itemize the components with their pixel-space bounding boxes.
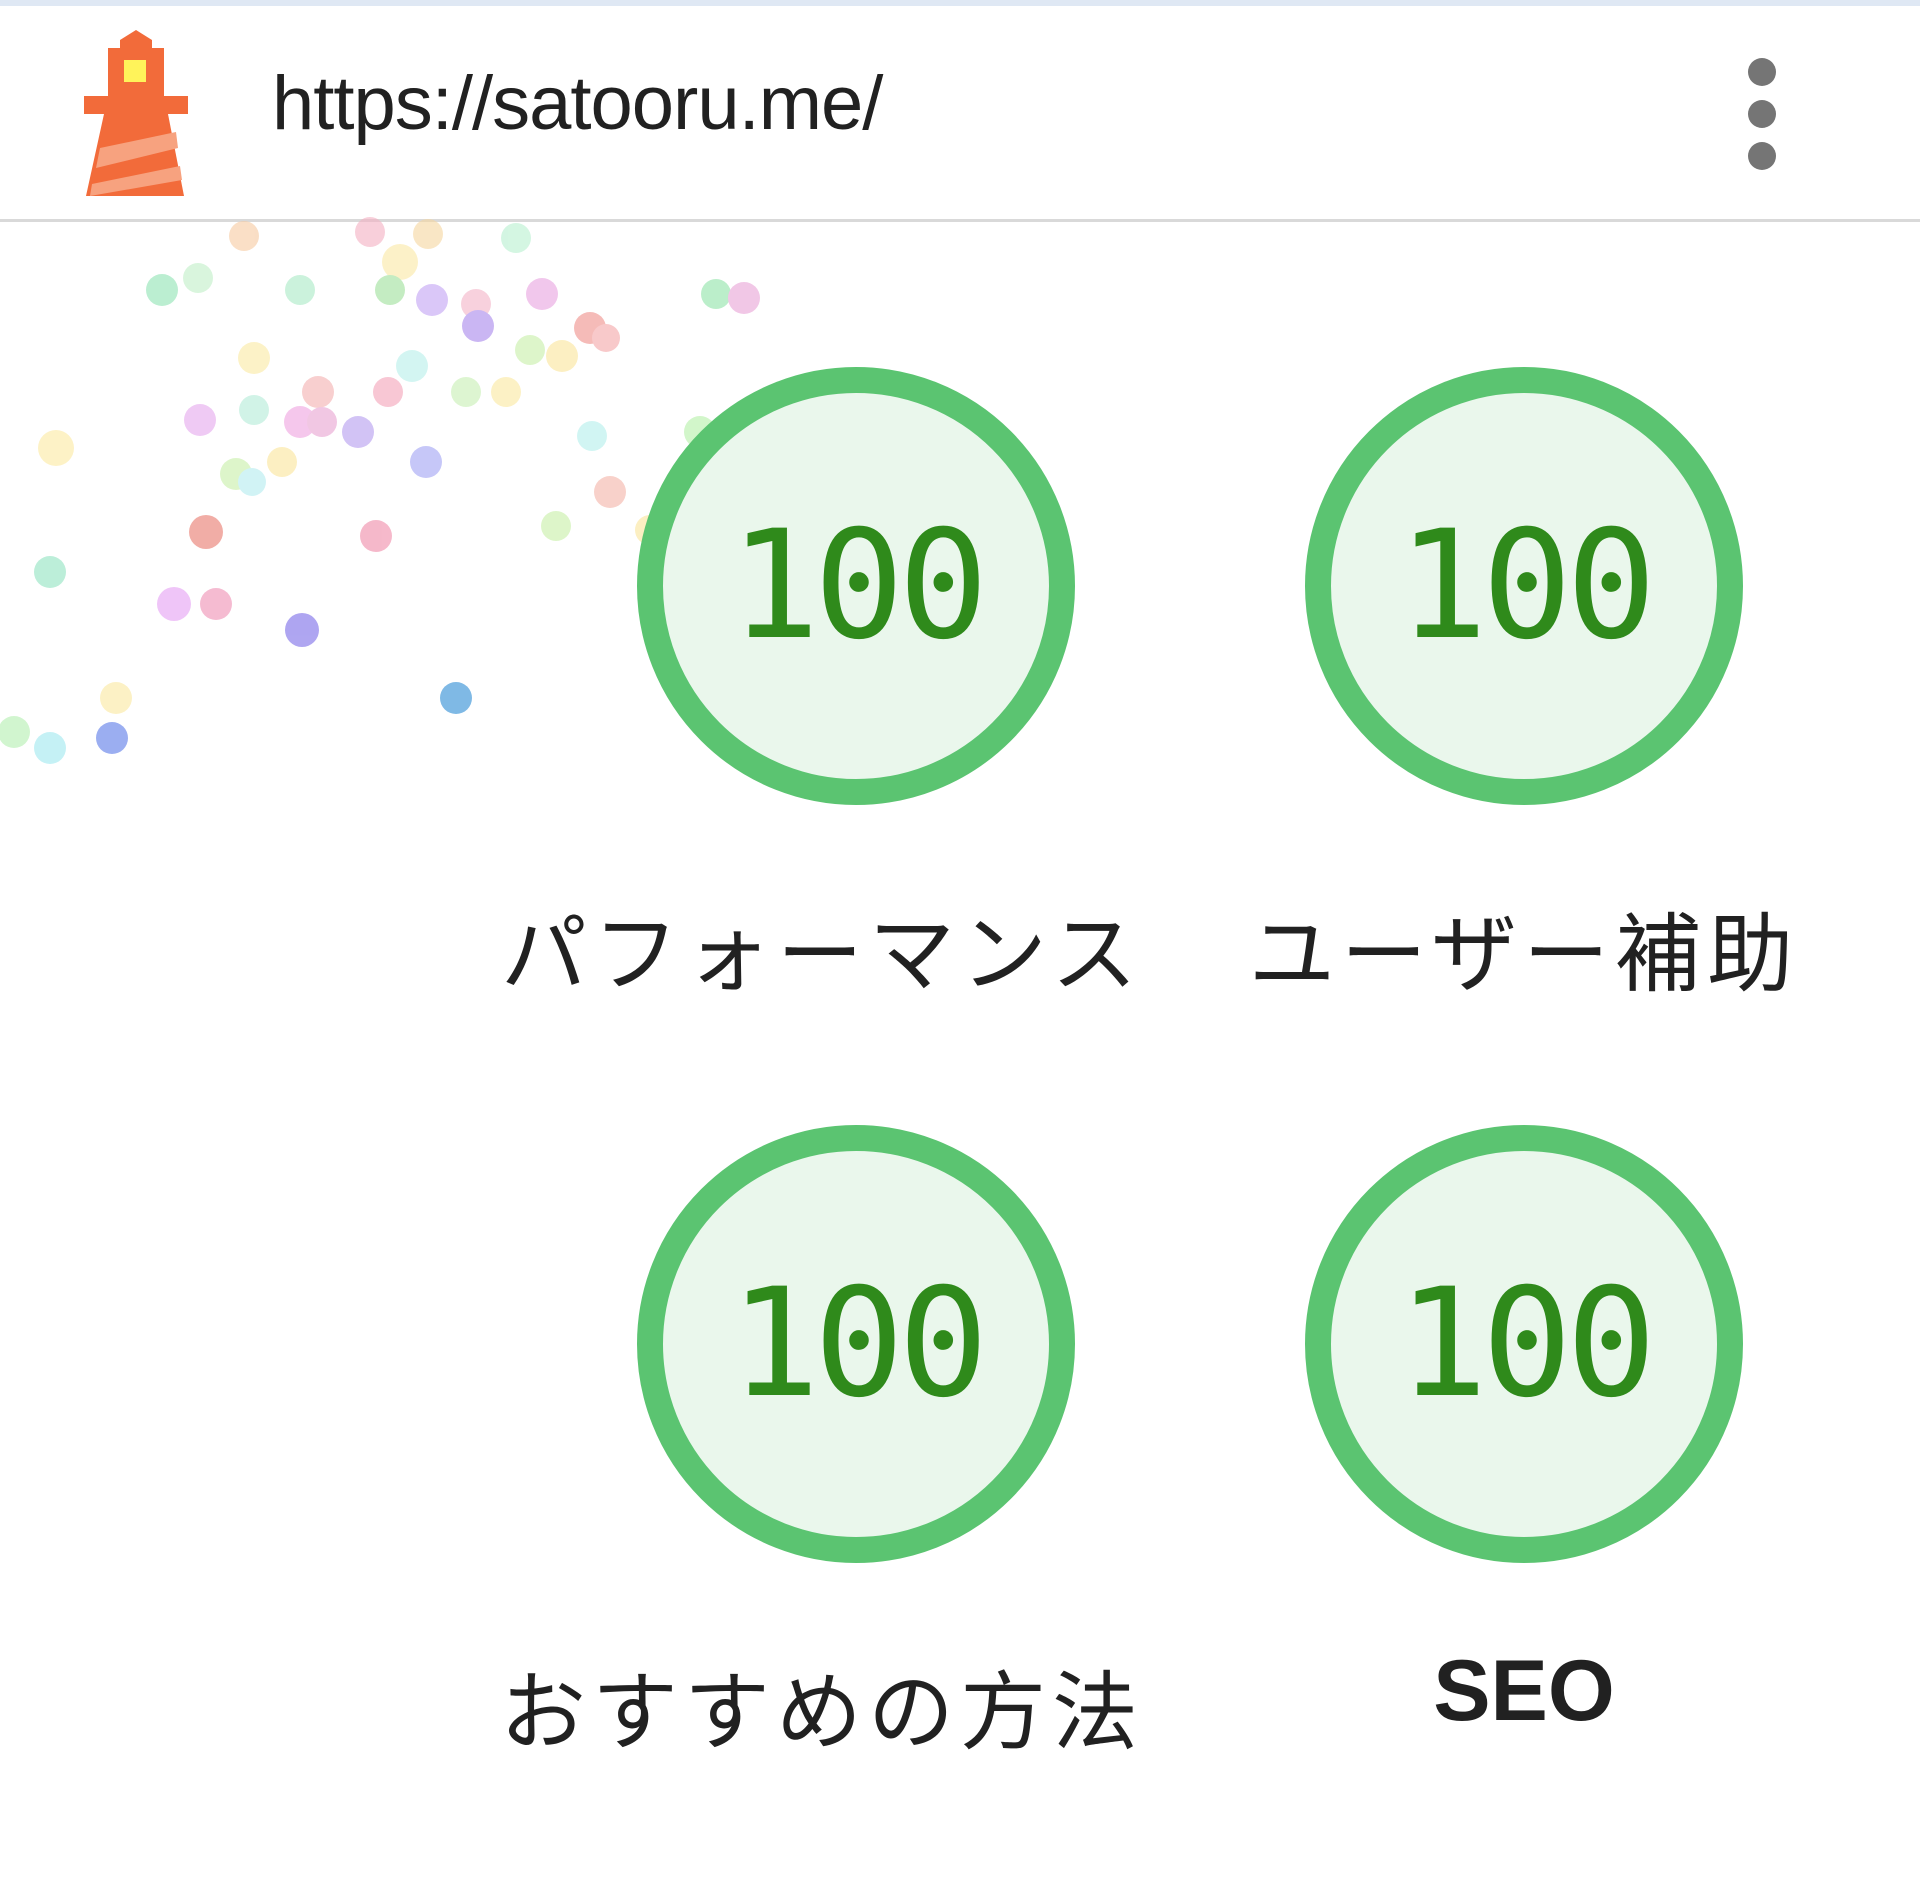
gauge-seo[interactable]: 100 SEO <box>1122 1122 1822 1782</box>
gauge-best-practices[interactable]: 100 おすすめの方法 <box>454 1122 1154 1782</box>
gauge-performance[interactable]: 100 パフォーマンス <box>454 364 1154 1024</box>
gauge-score: 100 <box>729 499 989 673</box>
report-header: https://satooru.me/ <box>0 6 1920 222</box>
gauge-score: 100 <box>1397 1257 1657 1431</box>
lighthouse-icon <box>80 28 192 198</box>
gauge-label: おすすめの方法 <box>500 1663 1144 1763</box>
gauge-label: パフォーマンス <box>500 905 1144 1005</box>
gauge-score: 100 <box>1397 499 1657 673</box>
more-vertical-icon[interactable] <box>1740 58 1784 178</box>
gauge-label: ユーザー補助 <box>1248 905 1800 1005</box>
page-url: https://satooru.me/ <box>272 61 883 146</box>
gauge-accessibility[interactable]: 100 ユーザー補助 <box>1122 364 1822 1024</box>
gauge-label: SEO <box>1433 1643 1615 1739</box>
gauge-score: 100 <box>729 1257 989 1431</box>
